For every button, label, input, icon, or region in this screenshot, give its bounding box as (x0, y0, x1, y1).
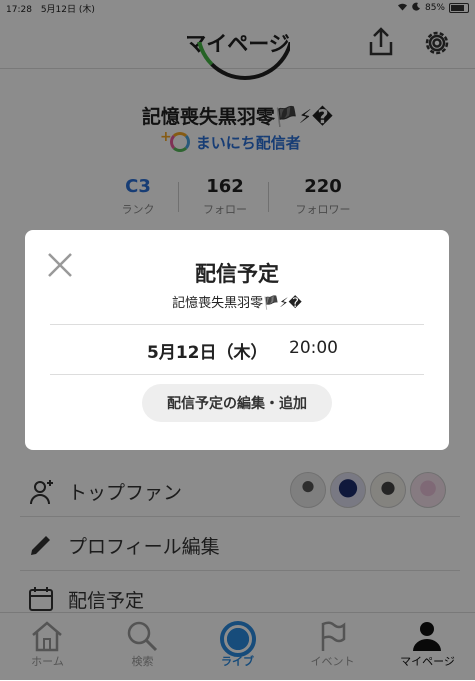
schedule-date: 5月12日（木） (147, 343, 268, 363)
modal-title: 配信予定 (195, 262, 279, 286)
schedule-time: 20:00 (289, 338, 338, 358)
divider (50, 374, 424, 375)
modal-streamer-name: 記憶喪失黒羽零🏴⚡� (172, 296, 302, 311)
edit-schedule-button[interactable]: 配信予定の編集・追加 (142, 384, 332, 422)
divider (50, 324, 424, 325)
schedule-modal: 配信予定 記憶喪失黒羽零🏴⚡� 5月12日（木） 20:00 配信予定の編集・追… (25, 230, 449, 450)
